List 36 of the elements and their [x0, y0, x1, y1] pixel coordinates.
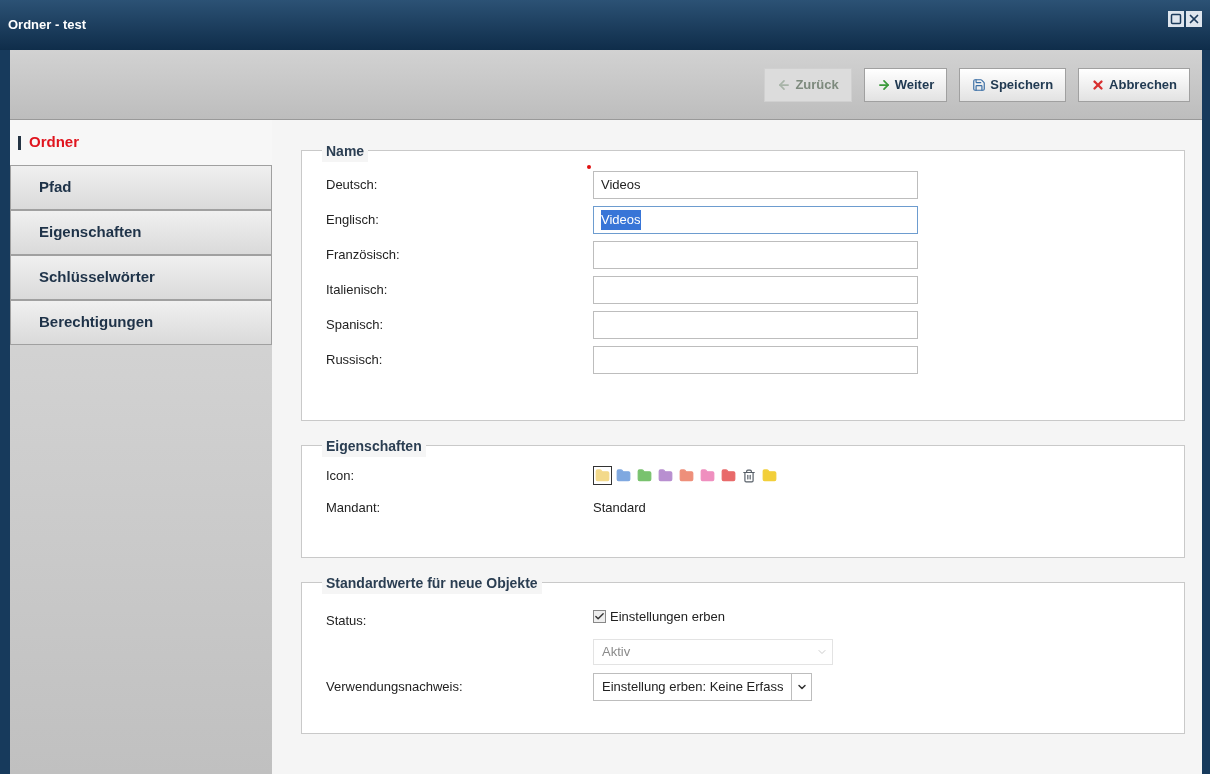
text-field[interactable]: Videos	[593, 171, 918, 199]
sidebar-item[interactable]: Eigenschaften	[10, 210, 272, 255]
field-label: Spanisch:	[326, 316, 385, 335]
close-icon[interactable]	[1186, 11, 1202, 27]
field-label: Deutsch:	[326, 176, 379, 195]
usage-select[interactable]: Einstellung erben: Keine Erfass	[593, 672, 813, 701]
field-label: Französisch:	[326, 246, 401, 265]
text-field[interactable]: Videos	[593, 206, 918, 234]
client-value: Standard	[593, 498, 646, 517]
field-label: Verwendungsnachweis:	[326, 677, 464, 696]
field-label: Status:	[326, 612, 368, 630]
checkbox[interactable]	[593, 610, 606, 624]
toolbar-button[interactable]: Abbrechen	[1078, 67, 1190, 102]
field-label: Russisch:	[326, 351, 384, 370]
text-field[interactable]	[593, 241, 918, 269]
close-icon	[1091, 77, 1106, 92]
folder-icon[interactable]	[593, 466, 612, 486]
field-label: Icon:	[326, 467, 356, 485]
text-field[interactable]	[593, 346, 918, 374]
window-title: Ordner - test	[8, 16, 86, 35]
arrow-left-icon	[777, 77, 792, 92]
selection-bar-icon	[18, 135, 21, 150]
toolbar-button[interactable]: Speichern	[959, 67, 1067, 102]
field-label: Italienisch:	[326, 281, 389, 300]
sidebar-item[interactable]: Ordner	[10, 120, 272, 165]
sidebar-item[interactable]: Pfad	[10, 165, 272, 210]
toolbar-button[interactable]: Weiter	[863, 67, 948, 102]
maximize-icon[interactable]	[1168, 11, 1184, 27]
arrow-right-icon	[876, 77, 891, 92]
field-label: Mandant:	[326, 498, 382, 517]
field-label: Englisch:	[326, 211, 380, 230]
text-field[interactable]	[593, 276, 918, 304]
text-field[interactable]	[593, 311, 918, 339]
sidebar-item[interactable]: Berechtigungen	[10, 300, 272, 345]
sidebar-item[interactable]: Schlüsselwörter	[10, 255, 272, 300]
checkbox-label: Einstellungen erben	[610, 608, 725, 626]
